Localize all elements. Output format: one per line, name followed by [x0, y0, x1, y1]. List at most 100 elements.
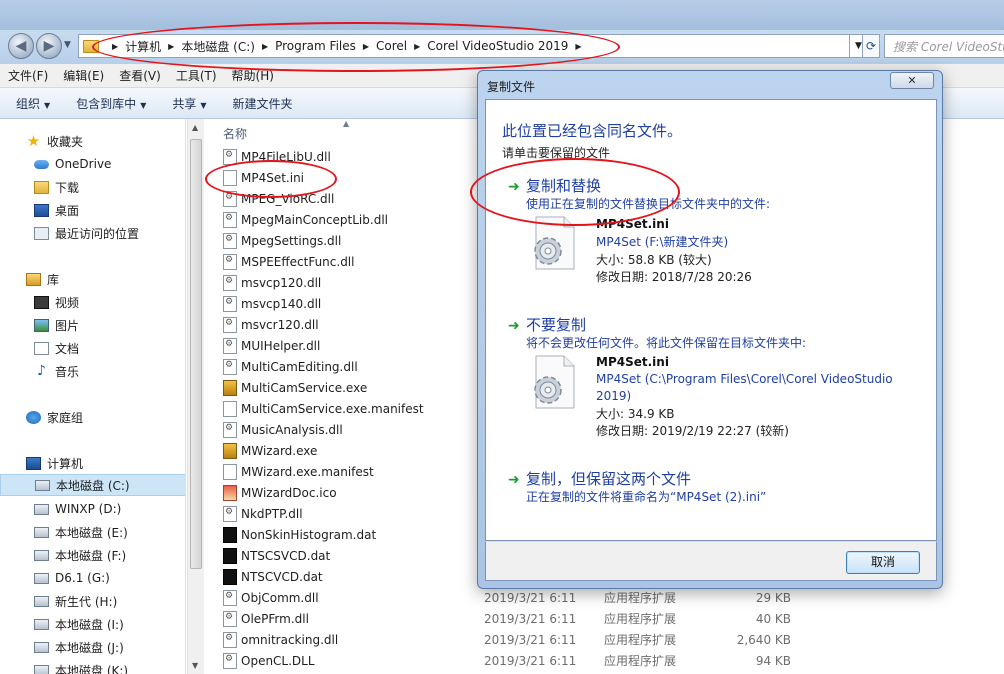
menu-file[interactable]: 文件(F): [8, 67, 48, 84]
dialog-title: 复制文件: [487, 80, 536, 94]
nav-drive-c[interactable]: 本地磁盘 (C:): [0, 474, 185, 496]
crumb-chevron-icon[interactable]: ▶: [363, 42, 369, 51]
breadcrumb-corel[interactable]: Corel: [376, 39, 407, 53]
dialog-body: 此位置已经包含同名文件。 请单击要保留的文件 ➜ 复制和替换 使用正在复制的文件…: [485, 99, 937, 541]
close-button[interactable]: ✕: [890, 72, 934, 89]
file-name: MusicAnalysis.dll: [241, 422, 343, 437]
copy-file-dialog: 复制文件 ✕ 此位置已经包含同名文件。 请单击要保留的文件 ➜ 复制和替换 使用…: [477, 70, 943, 589]
menu-tools[interactable]: 工具(T): [176, 67, 217, 84]
forward-button[interactable]: ▶: [36, 33, 62, 59]
include-in-library-button[interactable]: 包含到库中 ▼: [76, 95, 146, 112]
file-name: NTSCSVCD.dat: [241, 548, 331, 563]
share-button[interactable]: 共享 ▼: [172, 95, 206, 112]
back-button[interactable]: ◀: [8, 33, 34, 59]
dll-file-icon: [223, 421, 237, 438]
column-header-name[interactable]: 名称: [223, 125, 247, 142]
breadcrumb-program-files[interactable]: Program Files: [275, 39, 356, 53]
nav-drive-g[interactable]: D6.1 (G:): [0, 567, 185, 589]
file-name: MPEG_VioRC.dll: [241, 191, 335, 206]
nav-scrollbar[interactable]: ▲ ▼: [187, 119, 204, 674]
scroll-up-icon[interactable]: ▲: [192, 123, 198, 132]
crumb-chevron-icon[interactable]: ▶: [414, 42, 420, 51]
file-type: 应用程序扩展: [604, 654, 677, 668]
crumb-chevron-icon[interactable]: ▶: [168, 42, 174, 51]
breadcrumb-videostudio[interactable]: Corel VideoStudio 2019: [427, 39, 568, 53]
desktop-icon: [34, 203, 49, 217]
file-type: 应用程序扩展: [604, 633, 677, 647]
nav-drive-j[interactable]: 本地磁盘 (J:): [0, 636, 185, 658]
nav-documents[interactable]: 文档: [0, 337, 185, 359]
nav-pictures[interactable]: 图片: [0, 314, 185, 336]
file-name: OpenCL.DLL: [241, 653, 315, 668]
star-icon: ★: [26, 131, 41, 150]
dll-file-icon: [223, 190, 237, 207]
nav-drive-d[interactable]: WINXP (D:): [0, 498, 185, 520]
file-row[interactable]: omnitracking.dll 2019/3/21 6:11 应用程序扩展 2,64…: [223, 629, 1003, 650]
file-name: MP4Set.ini: [241, 170, 305, 185]
scrollbar-thumb[interactable]: [190, 139, 202, 569]
address-bar[interactable]: ▶ 计算机 ▶ 本地磁盘 (C:) ▶ Program Files ▶ Core…: [78, 34, 850, 58]
nav-recent-places[interactable]: 最近访问的位置: [0, 222, 185, 244]
nav-downloads[interactable]: 下载: [0, 176, 185, 198]
nav-drive-i[interactable]: 本地磁盘 (I:): [0, 613, 185, 635]
file-date: 2019/3/21 6:11: [484, 653, 577, 668]
history-dropdown-icon[interactable]: ▼: [64, 40, 71, 50]
menu-help[interactable]: 帮助(H): [232, 67, 274, 84]
refresh-icon[interactable]: ⟳: [862, 34, 880, 58]
file-date: 2019/3/21 6:11: [484, 590, 577, 605]
option-replace-title: 复制和替换: [526, 177, 602, 195]
organize-button[interactable]: 组织 ▼: [16, 95, 50, 112]
breadcrumb-drive-c[interactable]: 本地磁盘 (C:): [181, 38, 255, 55]
option-skip-filename: MP4Set.ini: [596, 355, 669, 369]
file-row[interactable]: ObjComm.dll 2019/3/21 6:11 应用程序扩展 29 KB: [223, 587, 1003, 608]
drive-icon: [34, 503, 49, 515]
nav-libraries[interactable]: 库: [0, 268, 185, 290]
folder-icon: [83, 39, 99, 53]
drive-icon: [34, 595, 49, 607]
menu-edit[interactable]: 编辑(E): [63, 67, 104, 84]
file-name: msvcp120.dll: [241, 275, 322, 290]
nav-drive-k[interactable]: 本地磁盘 (K:): [0, 659, 185, 674]
cancel-button[interactable]: 取消: [846, 551, 920, 574]
video-icon: [34, 295, 49, 309]
breadcrumb-computer[interactable]: 计算机: [125, 38, 161, 55]
drive-icon: [35, 479, 50, 491]
option-skip-title: 不要复制: [526, 316, 587, 334]
nav-videos[interactable]: 视频: [0, 291, 185, 313]
scroll-down-icon[interactable]: ▼: [192, 661, 198, 670]
ico-file-icon: [223, 484, 237, 501]
nav-drive-f[interactable]: 本地磁盘 (F:): [0, 544, 185, 566]
menu-view[interactable]: 查看(V): [119, 67, 161, 84]
nav-favorites[interactable]: ★ 收藏夹: [0, 130, 185, 152]
option-replace-desc: 使用正在复制的文件替换目标文件夹中的文件:: [526, 197, 771, 211]
file-name: msvcp140.dll: [241, 296, 322, 311]
file-name: MWizardDoc.ico: [241, 485, 337, 500]
file-file-icon: [223, 400, 237, 417]
file-row[interactable]: OpenCL.DLL 2019/3/21 6:11 应用程序扩展 94 KB: [223, 650, 1003, 671]
new-folder-button[interactable]: 新建文件夹: [233, 95, 293, 112]
nav-drive-h[interactable]: 新生代 (H:): [0, 590, 185, 612]
file-name: NkdPTP.dll: [241, 506, 303, 521]
nav-drive-e[interactable]: 本地磁盘 (E:): [0, 521, 185, 543]
drive-icon: [34, 572, 49, 584]
option-replace-path: MP4Set (F:\新建文件夹): [596, 235, 729, 249]
crumb-chevron-icon[interactable]: ▶: [262, 42, 268, 51]
crumb-chevron-icon[interactable]: ▶: [575, 42, 581, 51]
dll-file-icon: [223, 274, 237, 291]
dll-file-icon: [223, 211, 237, 228]
nav-onedrive[interactable]: OneDrive: [0, 153, 185, 175]
file-name: OlePFrm.dll: [241, 611, 309, 626]
file-row[interactable]: OlePFrm.dll 2019/3/21 6:11 应用程序扩展 40 KB: [223, 608, 1003, 629]
search-input[interactable]: 搜索 Corel VideoStudio 2019: [884, 34, 1004, 58]
sort-ascending-icon: ▲: [343, 119, 350, 128]
nav-homegroup[interactable]: 家庭组: [0, 406, 185, 428]
cloud-icon: [34, 159, 49, 169]
crumb-chevron-icon[interactable]: ▶: [112, 42, 118, 51]
file-name: MultiCamService.exe.manifest: [241, 401, 424, 416]
file-name: msvcr120.dll: [241, 317, 319, 332]
nav-desktop[interactable]: 桌面: [0, 199, 185, 221]
nav-music[interactable]: ♪ 音乐: [0, 360, 185, 382]
dll-file-icon: [223, 337, 237, 354]
nav-computer[interactable]: 计算机: [0, 452, 185, 474]
dat-file-icon: [223, 547, 237, 564]
